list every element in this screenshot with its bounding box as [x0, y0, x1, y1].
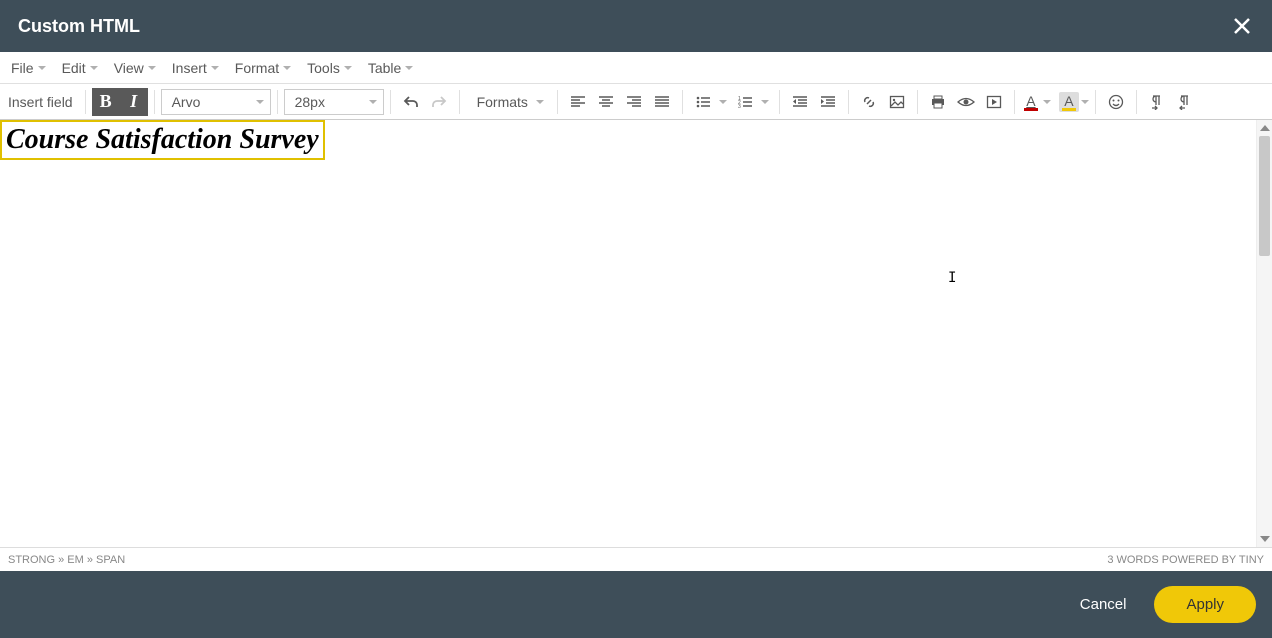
- text-color-button[interactable]: A: [1021, 93, 1051, 111]
- apply-button[interactable]: Apply: [1154, 586, 1256, 623]
- bg-color-button[interactable]: A: [1059, 92, 1089, 112]
- chevron-down-icon: [283, 66, 291, 70]
- close-button[interactable]: [1230, 14, 1254, 38]
- statusbar-right: 3 WORDS POWERED BY TINY: [1107, 554, 1264, 566]
- indent-icon: [820, 94, 836, 110]
- insert-field-button[interactable]: Insert field: [4, 94, 79, 110]
- scroll-track[interactable]: [1257, 136, 1272, 531]
- editor-text[interactable]: Course Satisfaction Survey: [6, 124, 319, 155]
- cancel-button[interactable]: Cancel: [1062, 588, 1145, 621]
- statusbar: STRONG » EM » SPAN 3 WORDS POWERED BY TI…: [0, 547, 1272, 571]
- align-center-button[interactable]: [592, 88, 620, 116]
- emoji-icon: [1108, 94, 1124, 110]
- image-button[interactable]: [883, 88, 911, 116]
- media-button[interactable]: [980, 88, 1008, 116]
- svg-text:3: 3: [738, 104, 741, 110]
- bullet-list-icon: [695, 94, 711, 110]
- undo-button[interactable]: [397, 88, 425, 116]
- preview-button[interactable]: [952, 88, 980, 116]
- chevron-down-icon: [256, 100, 264, 104]
- chevron-down-icon: [536, 100, 544, 104]
- modal-title: Custom HTML: [18, 16, 140, 37]
- align-left-button[interactable]: [564, 88, 592, 116]
- menu-tools[interactable]: Tools: [299, 52, 360, 83]
- chevron-down-icon: [405, 66, 413, 70]
- menu-edit[interactable]: Edit: [54, 52, 106, 83]
- editor-area[interactable]: Course Satisfaction Survey I: [0, 120, 1256, 547]
- numbered-list-icon: 123: [737, 94, 753, 110]
- indent-button[interactable]: [814, 88, 842, 116]
- align-justify-icon: [654, 94, 670, 110]
- outdent-icon: [792, 94, 808, 110]
- chevron-down-icon: [719, 100, 727, 104]
- scroll-down-button[interactable]: [1257, 531, 1272, 547]
- menu-table[interactable]: Table: [360, 52, 421, 83]
- font-family-select[interactable]: Arvo: [161, 89, 271, 115]
- link-icon: [861, 94, 877, 110]
- chevron-down-icon: [1043, 100, 1051, 104]
- ltr-icon: [1149, 94, 1165, 110]
- media-icon: [986, 94, 1002, 110]
- menu-format[interactable]: Format: [227, 52, 299, 83]
- rtl-button[interactable]: [1171, 88, 1199, 116]
- align-center-icon: [598, 94, 614, 110]
- text-cursor: I: [948, 270, 949, 288]
- chevron-down-icon: [38, 66, 46, 70]
- footer: Cancel Apply: [0, 571, 1272, 638]
- menubar: File Edit View Insert Format Tools Table: [0, 52, 1272, 84]
- italic-button[interactable]: I: [120, 88, 148, 116]
- print-button[interactable]: [924, 88, 952, 116]
- print-icon: [930, 94, 946, 110]
- editor-wrap: Course Satisfaction Survey I: [0, 120, 1272, 547]
- menu-file[interactable]: File: [3, 52, 54, 83]
- modal-header: Custom HTML: [0, 0, 1272, 52]
- chevron-down-icon: [761, 100, 769, 104]
- vertical-scrollbar[interactable]: [1256, 120, 1272, 547]
- chevron-down-icon: [344, 66, 352, 70]
- bold-button[interactable]: B: [92, 88, 120, 116]
- chevron-down-icon: [148, 66, 156, 70]
- ltr-button[interactable]: [1143, 88, 1171, 116]
- align-right-button[interactable]: [620, 88, 648, 116]
- chevron-down-icon: [90, 66, 98, 70]
- toolbar: Insert field B I Arvo 28px Formats 123 A: [0, 84, 1272, 120]
- close-icon: [1233, 17, 1251, 35]
- element-path[interactable]: STRONG » EM » SPAN: [8, 554, 125, 566]
- scroll-thumb[interactable]: [1259, 136, 1270, 256]
- undo-icon: [403, 94, 419, 110]
- link-button[interactable]: [855, 88, 883, 116]
- menu-insert[interactable]: Insert: [164, 52, 227, 83]
- outdent-button[interactable]: [786, 88, 814, 116]
- font-size-select[interactable]: 28px: [284, 89, 384, 115]
- chevron-down-icon: [1081, 100, 1089, 104]
- chevron-down-icon: [211, 66, 219, 70]
- align-justify-button[interactable]: [648, 88, 676, 116]
- align-right-icon: [626, 94, 642, 110]
- chevron-down-icon: [369, 100, 377, 104]
- bullet-list-button[interactable]: [689, 88, 731, 116]
- editor-content-selection[interactable]: Course Satisfaction Survey: [2, 122, 323, 158]
- menu-view[interactable]: View: [106, 52, 164, 83]
- eye-icon: [957, 94, 975, 110]
- redo-icon: [431, 94, 447, 110]
- formats-dropdown[interactable]: Formats: [466, 89, 551, 115]
- image-icon: [889, 94, 905, 110]
- align-left-icon: [570, 94, 586, 110]
- scroll-up-button[interactable]: [1257, 120, 1272, 136]
- rtl-icon: [1177, 94, 1193, 110]
- numbered-list-button[interactable]: 123: [731, 88, 773, 116]
- emoji-button[interactable]: [1102, 88, 1130, 116]
- redo-button[interactable]: [425, 88, 453, 116]
